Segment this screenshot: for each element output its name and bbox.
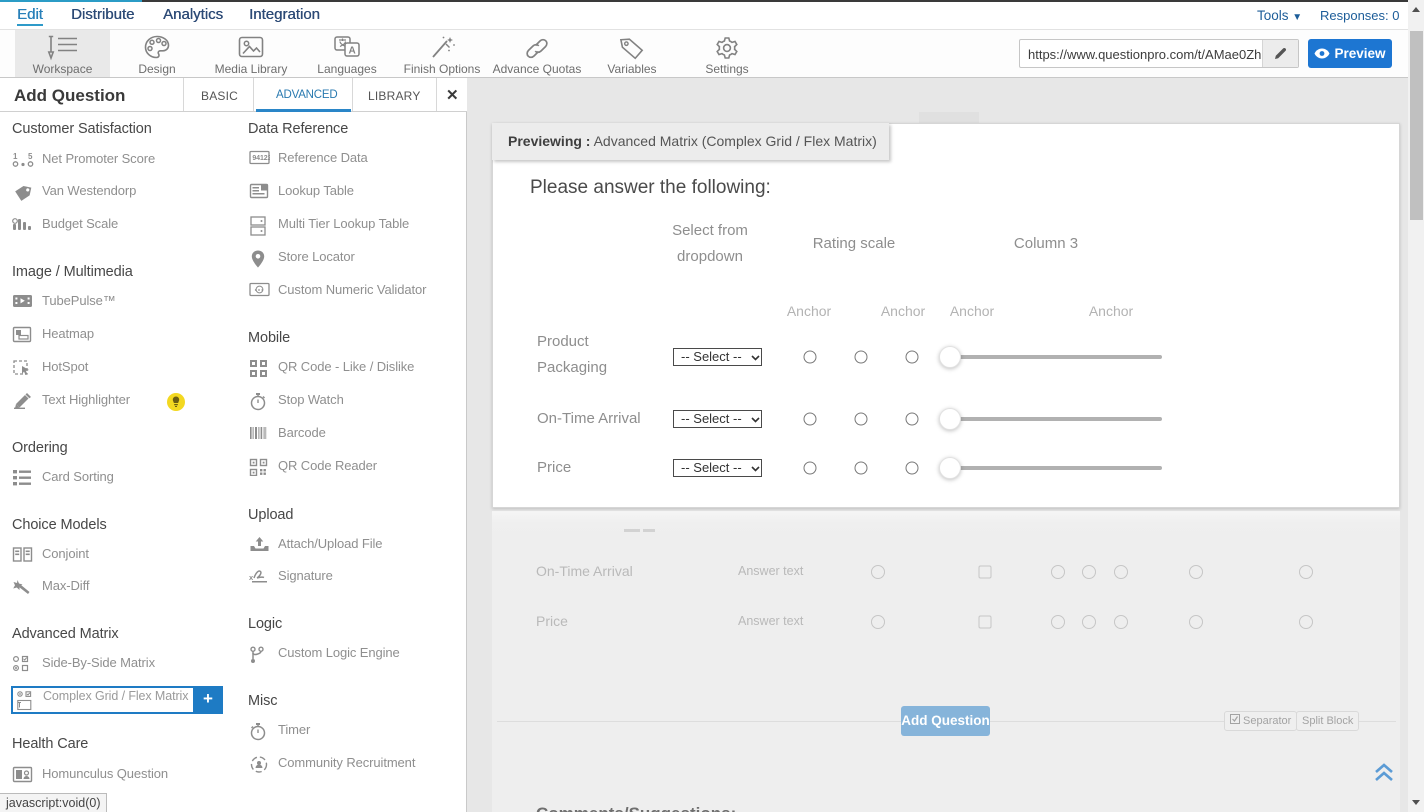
svg-text:94122: 94122 [252, 155, 270, 162]
svg-text:A: A [349, 46, 356, 57]
svg-text:x: x [249, 573, 254, 582]
svg-text:5: 5 [28, 152, 33, 161]
svg-text:1: 1 [13, 152, 18, 161]
